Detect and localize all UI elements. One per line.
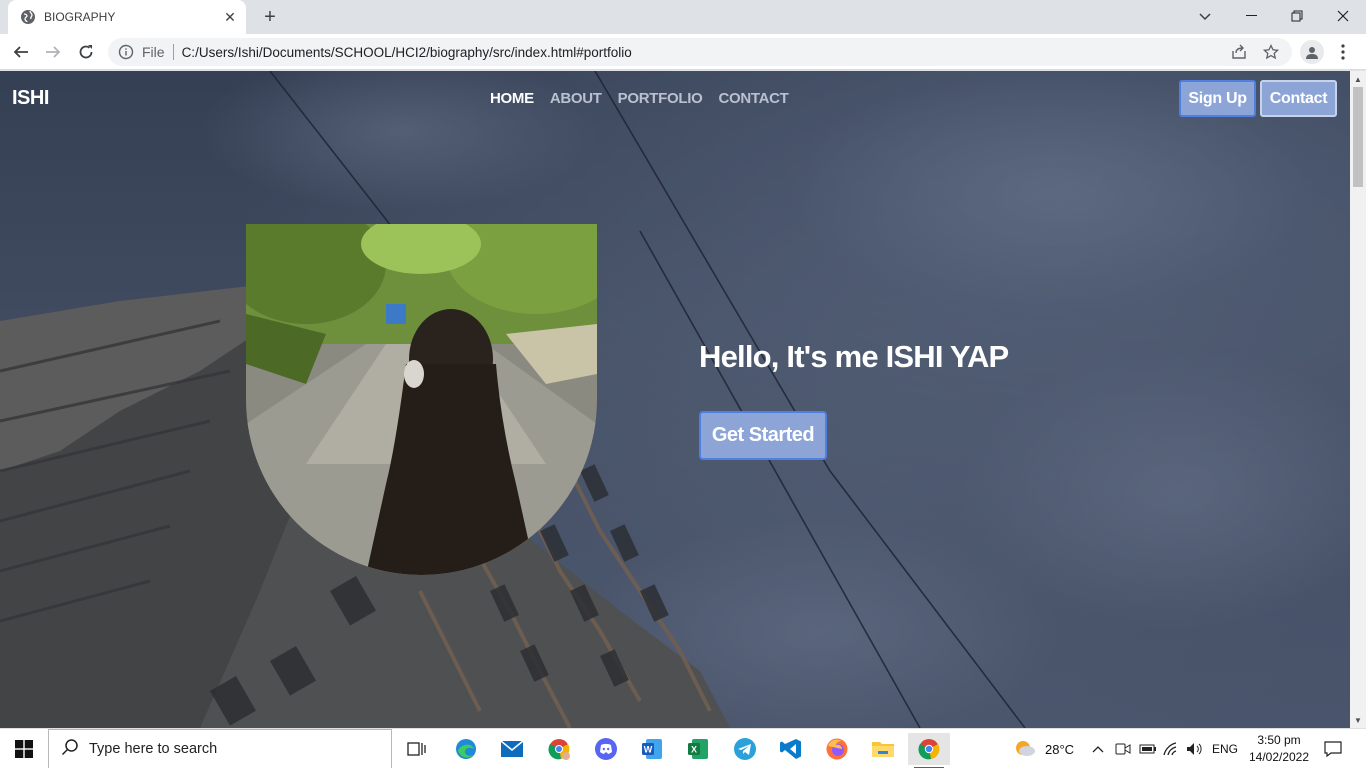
scrollbar-thumb[interactable] xyxy=(1353,87,1363,187)
meet-now-icon[interactable] xyxy=(1115,729,1131,768)
forward-arrow-icon[interactable] xyxy=(39,38,67,66)
telegram-icon[interactable] xyxy=(724,733,766,765)
close-tab-icon[interactable]: ✕ xyxy=(220,7,240,27)
url-text[interactable]: C:/Users/Ishi/Documents/SCHOOL/HCI2/biog… xyxy=(182,45,632,60)
page-scrollbar[interactable]: ▲ ▼ xyxy=(1350,71,1366,728)
weather-temp: 28°C xyxy=(1045,741,1075,757)
address-bar[interactable]: File C:/Users/Ishi/Documents/SCHOOL/HCI2… xyxy=(108,38,1292,66)
scroll-down-icon[interactable]: ▼ xyxy=(1350,713,1366,727)
battery-icon[interactable] xyxy=(1139,729,1157,768)
chrome-profile-icon[interactable] xyxy=(538,733,580,765)
close-window-icon[interactable] xyxy=(1320,0,1366,32)
profile-photo xyxy=(246,224,597,575)
search-icon xyxy=(61,738,79,761)
file-scheme-label: File xyxy=(142,44,165,60)
task-view-icon[interactable] xyxy=(396,733,438,765)
file-explorer-icon[interactable] xyxy=(862,733,904,765)
signup-button[interactable]: Sign Up xyxy=(1179,80,1256,117)
bookmark-star-icon[interactable] xyxy=(1262,43,1280,61)
divider xyxy=(172,44,174,60)
weather-widget[interactable]: 28°C xyxy=(1014,729,1074,768)
chevron-down-icon[interactable] xyxy=(1192,4,1218,30)
nav-portfolio[interactable]: PORTFOLIO xyxy=(618,90,703,107)
volume-icon[interactable] xyxy=(1186,729,1204,768)
excel-icon[interactable]: X xyxy=(677,733,719,765)
nav-links: HOME ABOUT PORTFOLIO CONTACT xyxy=(490,90,789,107)
word-icon[interactable]: W xyxy=(631,733,673,765)
svg-text:W: W xyxy=(644,745,653,755)
vscode-icon[interactable] xyxy=(770,733,812,765)
windows-start-icon[interactable] xyxy=(0,729,48,768)
globe-icon xyxy=(20,9,36,25)
share-icon[interactable] xyxy=(1230,43,1248,61)
firefox-icon[interactable] xyxy=(816,733,858,765)
chrome-icon[interactable] xyxy=(908,733,950,768)
more-menu-icon[interactable] xyxy=(1334,40,1352,64)
windows-taskbar: Type here to search W X 28°C ENG 3:50 pm… xyxy=(0,728,1366,768)
tab-title: BIOGRAPHY xyxy=(44,10,116,24)
edge-browser-icon[interactable] xyxy=(445,733,487,765)
scroll-up-icon[interactable]: ▲ xyxy=(1350,72,1366,86)
nav-about[interactable]: ABOUT xyxy=(550,90,602,107)
get-started-button[interactable]: Get Started xyxy=(699,411,827,460)
browser-tab[interactable]: BIOGRAPHY ✕ xyxy=(8,0,246,34)
new-tab-icon[interactable]: + xyxy=(258,5,282,29)
discord-icon[interactable] xyxy=(585,733,627,765)
restore-icon[interactable] xyxy=(1274,0,1320,32)
mail-icon[interactable] xyxy=(491,733,533,765)
hero-title: Hello, It's me ISHI YAP xyxy=(699,339,1009,374)
contact-button[interactable]: Contact xyxy=(1260,80,1337,117)
nav-home[interactable]: HOME xyxy=(490,90,534,107)
page-viewport: ISHI HOME ABOUT PORTFOLIO CONTACT Sign U… xyxy=(0,71,1350,728)
tab-strip: BIOGRAPHY ✕ + xyxy=(0,0,1366,34)
nav-contact[interactable]: CONTACT xyxy=(718,90,788,107)
reload-icon[interactable] xyxy=(72,38,100,66)
site-navbar: ISHI HOME ABOUT PORTFOLIO CONTACT Sign U… xyxy=(0,71,1350,127)
clock[interactable]: 3:50 pm 14/02/2022 xyxy=(1244,732,1314,766)
svg-text:X: X xyxy=(691,745,697,755)
minimize-icon[interactable] xyxy=(1228,0,1274,32)
back-arrow-icon[interactable] xyxy=(7,38,35,66)
clock-time: 3:50 pm xyxy=(1257,733,1301,747)
clock-date: 14/02/2022 xyxy=(1248,750,1310,764)
info-icon[interactable] xyxy=(118,44,134,60)
notification-icon[interactable] xyxy=(1324,729,1342,768)
background-image xyxy=(0,71,1350,728)
browser-toolbar: File C:/Users/Ishi/Documents/SCHOOL/HCI2… xyxy=(0,34,1366,70)
profile-avatar-icon[interactable] xyxy=(1300,40,1324,64)
taskbar-search-box[interactable]: Type here to search xyxy=(48,729,392,768)
search-placeholder: Type here to search xyxy=(89,741,218,757)
site-brand[interactable]: ISHI xyxy=(12,87,49,110)
language-indicator[interactable]: ENG xyxy=(1212,729,1238,768)
chevron-up-icon[interactable] xyxy=(1092,729,1104,768)
weather-sun-icon xyxy=(1014,739,1036,760)
wifi-icon[interactable] xyxy=(1163,729,1181,768)
